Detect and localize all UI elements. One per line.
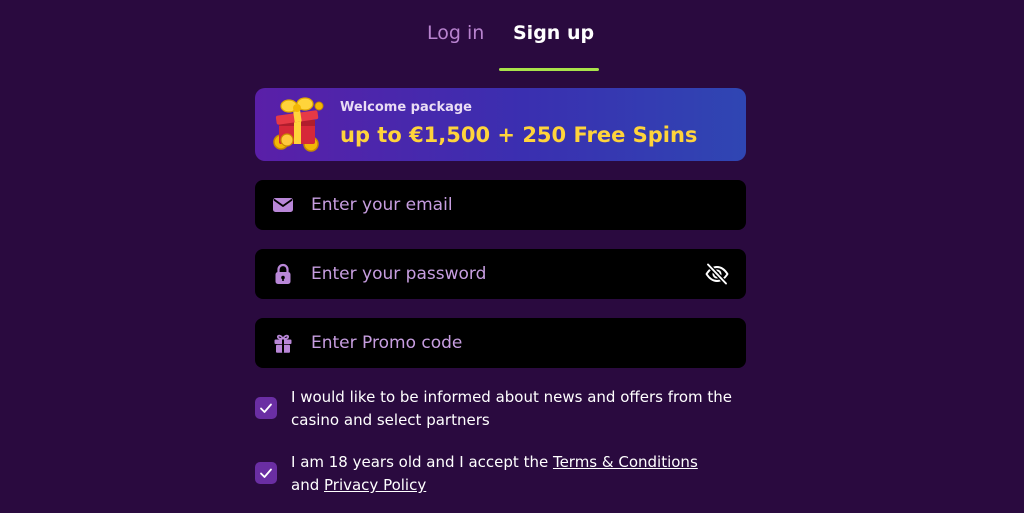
password-field[interactable] [255, 249, 746, 299]
privacy-policy-link[interactable]: Privacy Policy [324, 476, 426, 494]
lock-icon [275, 263, 291, 284]
active-tab-underline [499, 68, 599, 71]
gift-box-icon [273, 97, 324, 152]
envelope-icon [273, 198, 293, 212]
tab-signup[interactable]: Sign up [513, 20, 594, 46]
news-consent-label: I would like to be informed about news a… [291, 388, 732, 429]
promo-code-field[interactable] [255, 318, 746, 368]
news-consent-checkbox[interactable] [255, 397, 277, 419]
age-consent-checkbox[interactable] [255, 462, 277, 484]
auth-tabs: Log in Sign up [0, 0, 1024, 72]
banner-title: up to €1,500 + 250 Free Spins [340, 123, 698, 147]
checkmark-icon [260, 403, 272, 413]
banner-subtitle: Welcome package [340, 100, 472, 115]
welcome-package-banner: Welcome package up to €1,500 + 250 Free … [255, 88, 746, 161]
email-field[interactable] [255, 180, 746, 230]
email-input[interactable] [311, 180, 691, 230]
checkmark-icon [260, 468, 272, 478]
age-consent-label: I am 18 years old and I accept the Terms… [291, 451, 746, 497]
eye-off-icon[interactable] [704, 261, 730, 287]
terms-conditions-link[interactable]: Terms & Conditions [553, 453, 698, 471]
age-consent-and-text: and [291, 476, 324, 494]
gift-icon [274, 334, 292, 353]
tab-login[interactable]: Log in [427, 20, 484, 46]
password-input[interactable] [311, 249, 691, 299]
promo-code-input[interactable] [311, 318, 691, 368]
age-consent-text: I am 18 years old and I accept the [291, 453, 553, 471]
